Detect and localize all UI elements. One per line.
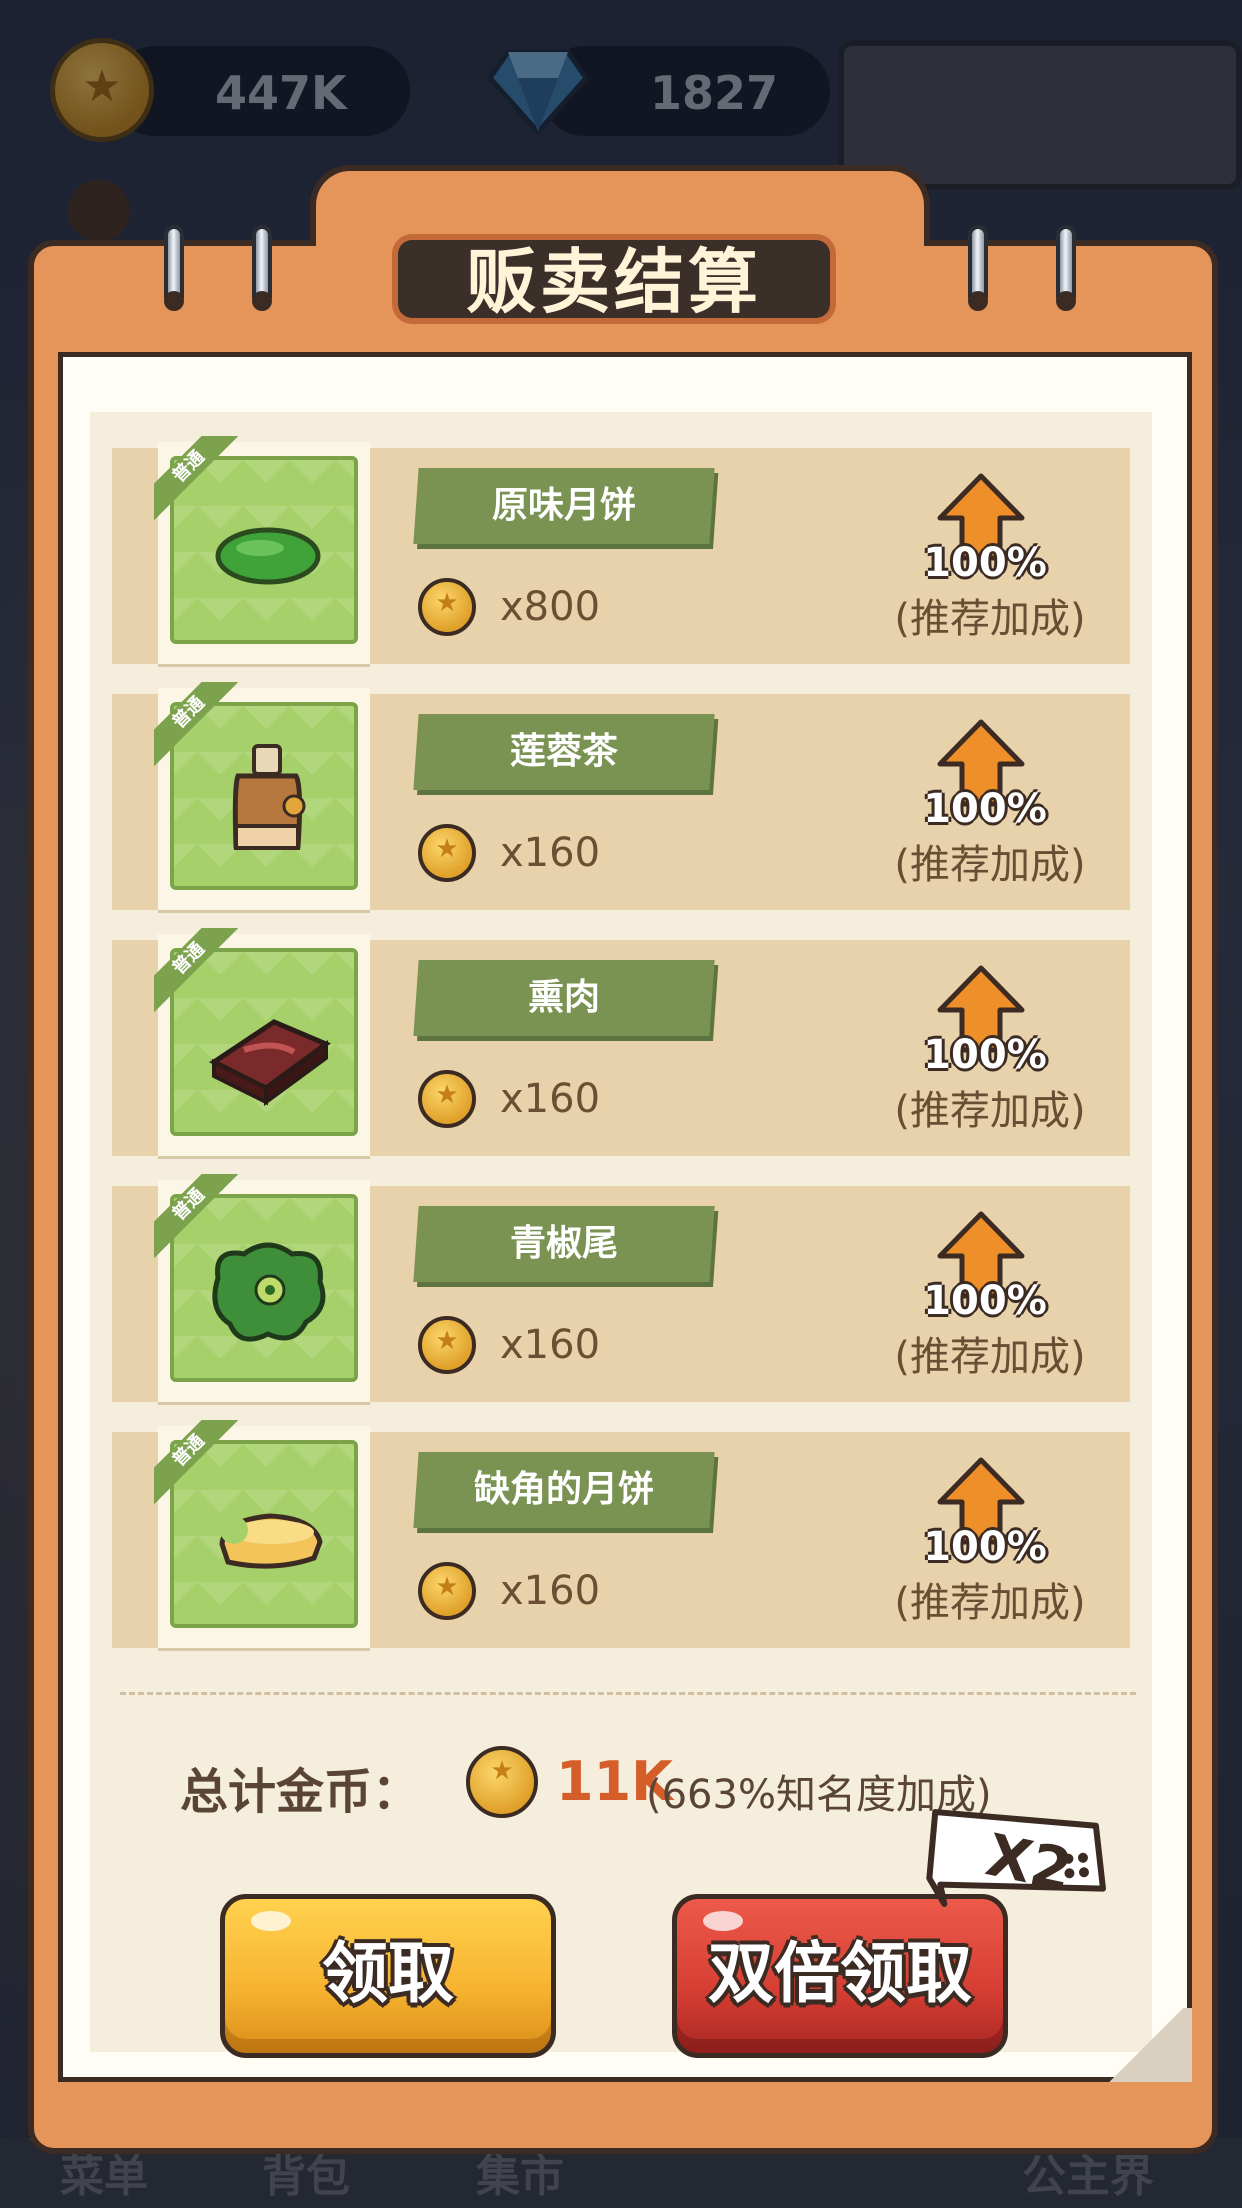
item-quantity: x160	[500, 1568, 601, 1614]
rarity-label: 普通	[154, 436, 238, 520]
rarity-ribbon: 普通	[154, 682, 238, 766]
bonus-percent: 100%	[923, 1278, 1047, 1324]
rarity-ribbon: 普通	[154, 928, 238, 1012]
bonus-label: (推荐加成)	[894, 1088, 1086, 1134]
item-card: 普通	[154, 1174, 370, 1402]
item-name: 缺角的月饼	[473, 1469, 654, 1510]
item-name: 莲蓉茶	[509, 731, 618, 772]
bonus-label: (推荐加成)	[894, 1580, 1086, 1626]
double-claim-button-label: 双倍领取	[708, 1935, 972, 2012]
item-quantity: x160	[500, 1076, 601, 1122]
bonus-percent: 100%	[923, 540, 1047, 586]
claim-button-label: 领取	[322, 1935, 454, 2012]
coin-icon	[418, 1316, 476, 1374]
claim-button[interactable]: 领取	[220, 1894, 556, 2058]
button-shine	[703, 1911, 743, 1931]
rarity-label: 普通	[154, 1420, 238, 1504]
bonus-percent: 100%	[923, 786, 1047, 832]
coin-icon	[418, 824, 476, 882]
binder-ring-icon	[968, 225, 988, 311]
coin-icon	[418, 1562, 476, 1620]
bonus-label: (推荐加成)	[894, 1334, 1086, 1380]
coin-icon	[418, 578, 476, 636]
coin-icon	[418, 1070, 476, 1128]
item-card: 普通	[154, 1420, 370, 1648]
bonus-percent: 100%	[923, 1524, 1047, 1570]
binder-ring-icon	[164, 225, 184, 311]
item-name: 青椒尾	[509, 1223, 618, 1264]
rarity-label: 普通	[154, 928, 238, 1012]
item-name: 熏肉	[527, 977, 600, 1018]
page-fold	[1100, 2008, 1192, 2082]
button-shine	[251, 1911, 291, 1931]
item-card: 普通	[154, 682, 370, 910]
bonus-label: (推荐加成)	[894, 596, 1086, 642]
rarity-ribbon: 普通	[154, 1420, 238, 1504]
rarity-ribbon: 普通	[154, 436, 238, 520]
item-quantity: x160	[500, 1322, 601, 1368]
dialog-title: 贩卖结算	[466, 241, 762, 323]
item-name: 原味月饼	[491, 485, 636, 526]
rarity-label: 普通	[154, 1174, 238, 1258]
x2-ticket-icon: X2	[926, 1809, 1106, 1907]
item-quantity: x800	[500, 584, 601, 630]
rarity-label: 普通	[154, 682, 238, 766]
total-label: 总计金币：	[180, 1764, 421, 1820]
coin-icon	[466, 1746, 538, 1818]
binder-ring-icon	[1056, 225, 1076, 311]
rarity-ribbon: 普通	[154, 1174, 238, 1258]
bonus-label: (推荐加成)	[894, 842, 1086, 888]
item-card: 普通	[154, 928, 370, 1156]
binder-ring-icon	[252, 225, 272, 311]
divider	[120, 1692, 1136, 1695]
item-quantity: x160	[500, 830, 601, 876]
item-card: 普通	[154, 436, 370, 664]
bonus-percent: 100%	[923, 1032, 1047, 1078]
